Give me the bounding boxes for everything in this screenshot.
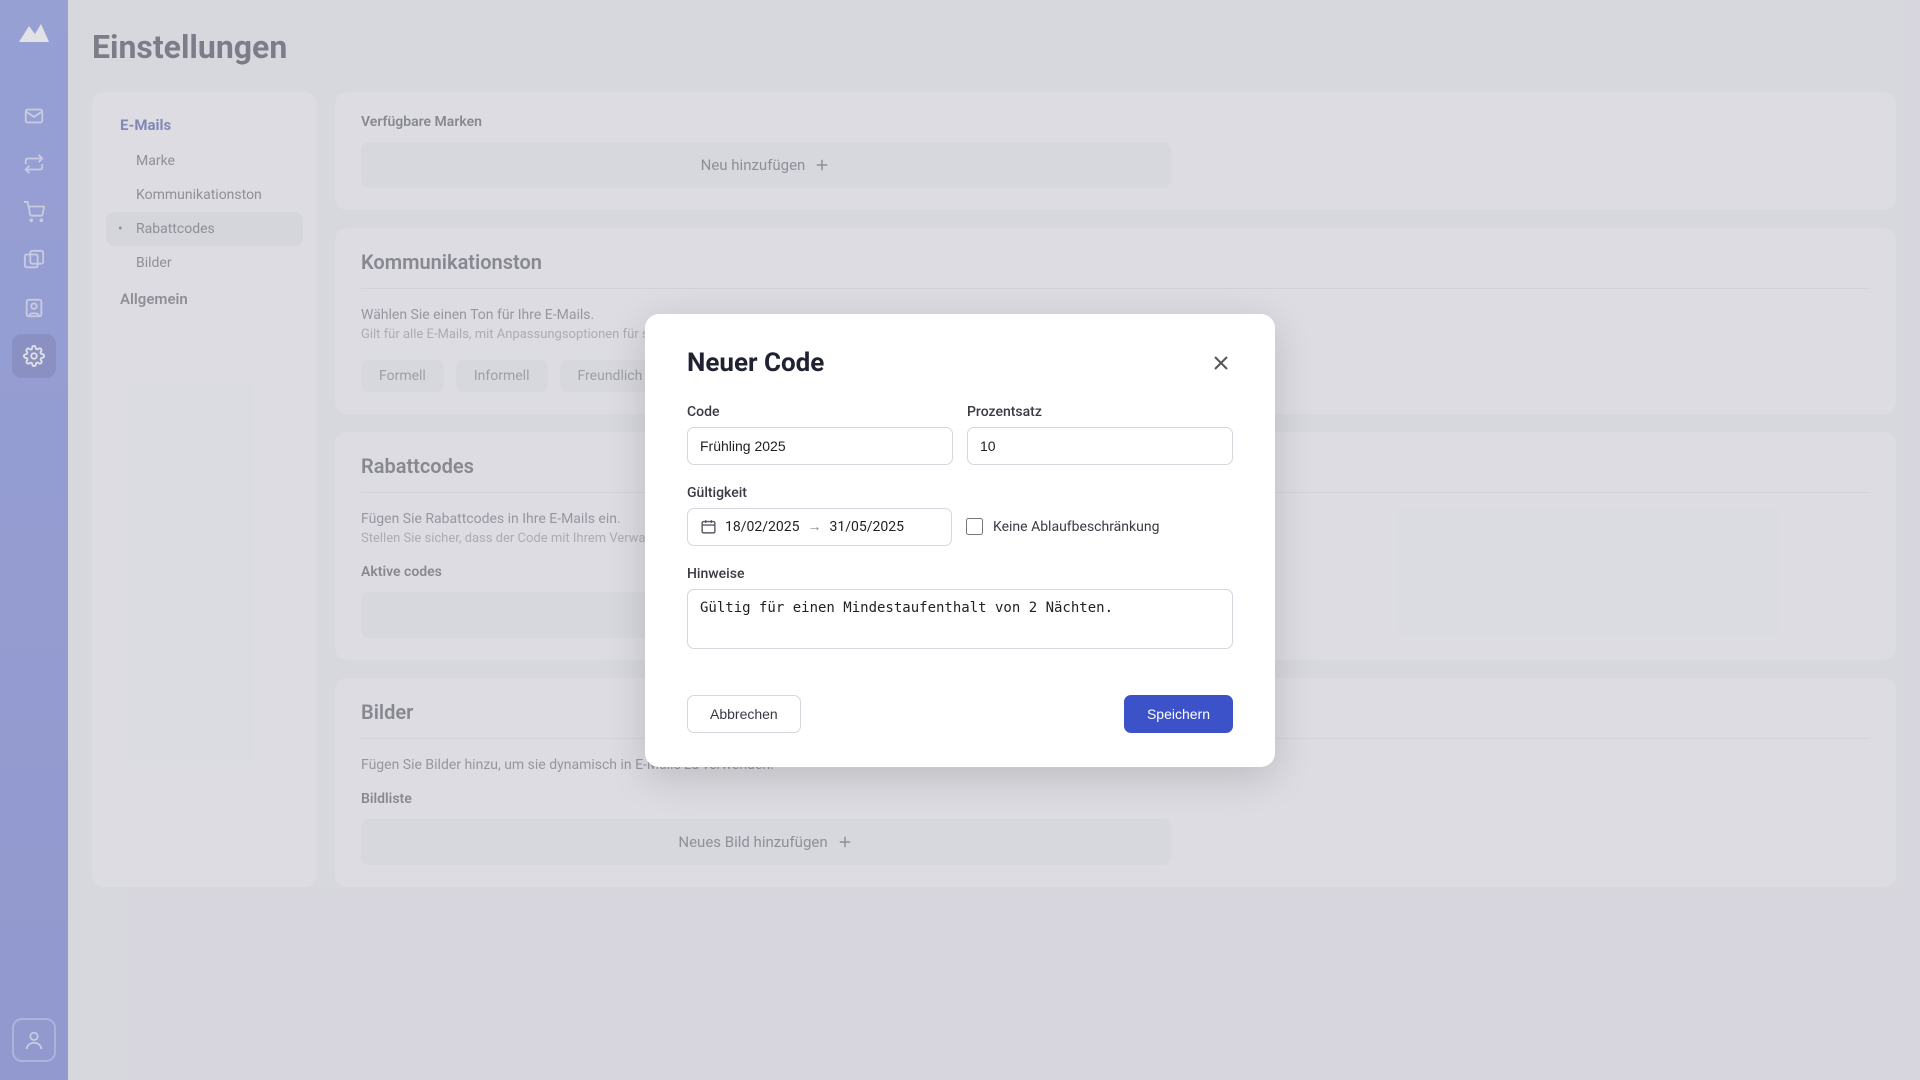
new-code-modal: Neuer Code Code Prozentsatz Gültigkeit 1… — [645, 314, 1275, 767]
date-start: 18/02/2025 — [725, 519, 800, 535]
calendar-icon — [700, 518, 717, 535]
modal-overlay: Neuer Code Code Prozentsatz Gültigkeit 1… — [0, 0, 1920, 1080]
date-end: 31/05/2025 — [830, 519, 905, 535]
save-button[interactable]: Speichern — [1124, 695, 1233, 733]
no-expiry-checkbox[interactable] — [966, 518, 983, 535]
date-range-input[interactable]: 18/02/2025 → 31/05/2025 — [687, 508, 952, 546]
code-label: Code — [687, 404, 953, 420]
percent-input[interactable] — [967, 427, 1233, 465]
cancel-button[interactable]: Abbrechen — [687, 695, 801, 733]
arrow-right-icon: → — [808, 518, 822, 535]
code-input[interactable] — [687, 427, 953, 465]
modal-title: Neuer Code — [687, 348, 824, 378]
close-icon[interactable] — [1209, 351, 1233, 375]
no-expiry-label: Keine Ablaufbeschränkung — [993, 519, 1159, 535]
no-expiry-checkbox-row[interactable]: Keine Ablaufbeschränkung — [966, 508, 1159, 546]
hints-label: Hinweise — [687, 566, 1233, 582]
hints-textarea[interactable] — [687, 589, 1233, 649]
validity-label: Gültigkeit — [687, 485, 952, 501]
percent-label: Prozentsatz — [967, 404, 1233, 420]
